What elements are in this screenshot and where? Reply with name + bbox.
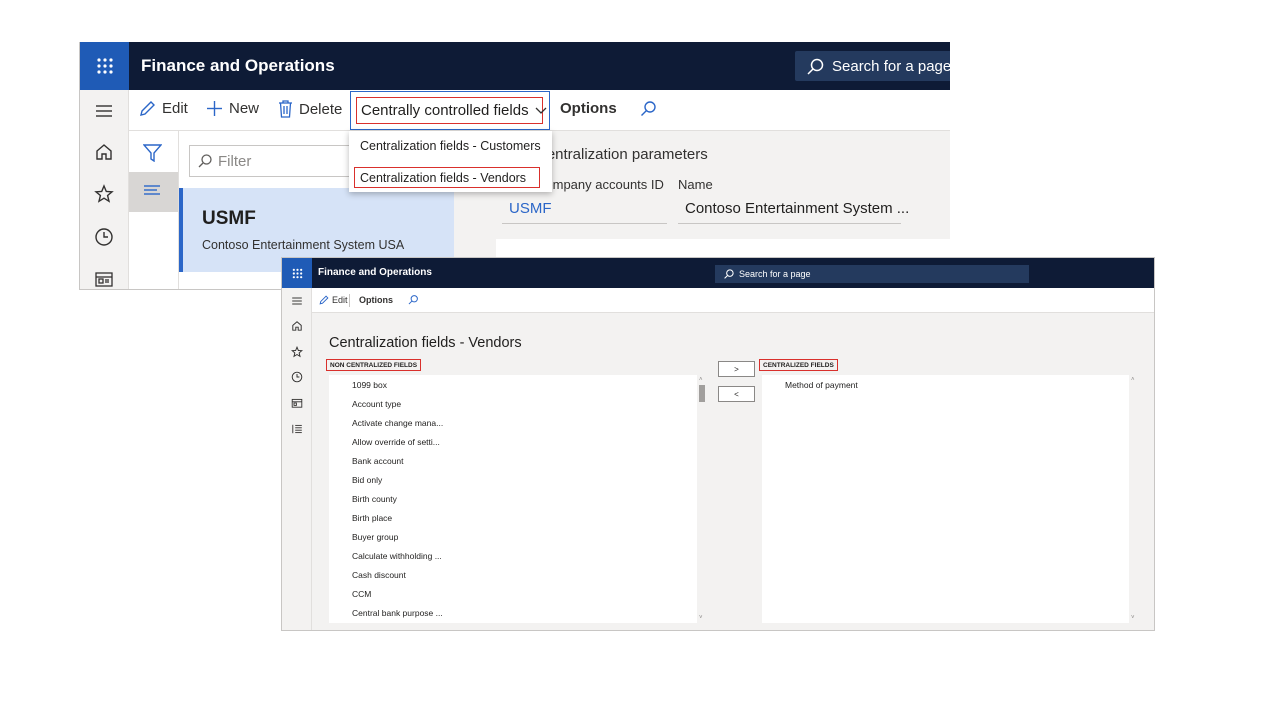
nav-rail [282, 288, 312, 631]
search-box[interactable]: Search for a page [715, 265, 1029, 283]
top-bar: Finance and Operations Search for a page [282, 258, 1155, 288]
list-item[interactable]: Account type [352, 399, 401, 409]
detail-title: Centralization parameters [536, 146, 708, 163]
hamburger-icon[interactable] [94, 101, 114, 121]
search-icon [198, 154, 212, 168]
app-launcher-icon[interactable] [80, 42, 129, 90]
clock-icon[interactable] [291, 371, 303, 383]
non-centralized-header: NON CENTRALIZED FIELDS [326, 359, 421, 371]
star-icon[interactable] [94, 184, 114, 204]
menu-item-customers[interactable]: Centralization fields - Customers [360, 139, 541, 153]
toolbar-divider [349, 294, 350, 307]
list-item[interactable]: Central bank purpose ... [352, 608, 443, 618]
list-item[interactable]: CCM [352, 589, 371, 599]
menu-item-vendors[interactable]: Centralization fields - Vendors [354, 167, 540, 188]
modules-list-icon[interactable] [291, 423, 303, 435]
delete-button[interactable]: Delete [278, 100, 342, 118]
list-item[interactable]: Buyer group [352, 532, 398, 542]
search-action-icon[interactable] [408, 295, 418, 305]
search-icon [807, 58, 824, 75]
top-bar: Finance and Operations Search for a page [80, 42, 950, 90]
centrally-controlled-fields-dropdown[interactable]: Centrally controlled fields [350, 91, 550, 130]
star-icon[interactable] [291, 346, 303, 358]
nav-rail [80, 90, 129, 290]
list-item[interactable]: Allow override of setti... [352, 437, 440, 447]
edit-label: Edit [162, 100, 188, 117]
pencil-icon [319, 295, 329, 305]
move-left-button[interactable]: < [718, 386, 755, 402]
list-item[interactable]: Birth county [352, 494, 397, 504]
chevron-down-icon[interactable]: ˅ [699, 615, 703, 621]
list-view-toggle[interactable] [129, 172, 178, 212]
action-bar: Edit Options [312, 288, 1155, 313]
workspace-icon[interactable] [291, 397, 303, 409]
filter-icon[interactable] [143, 144, 162, 162]
list-icon [143, 184, 161, 198]
options-button[interactable]: Options [560, 100, 617, 117]
hamburger-icon[interactable] [291, 295, 303, 307]
trash-icon [278, 100, 293, 118]
chevron-up-icon[interactable]: ˄ [1131, 377, 1135, 383]
filter-placeholder: Filter [218, 153, 251, 170]
chevron-up-icon[interactable]: ˄ [699, 377, 703, 383]
page-title: Centralization fields - Vendors [329, 335, 522, 351]
front-window: Finance and Operations Search for a page [281, 257, 1155, 631]
home-icon[interactable] [94, 142, 114, 162]
filter-input[interactable]: Filter [189, 145, 359, 177]
clock-icon[interactable] [94, 227, 114, 247]
dropdown-highlight: Centrally controlled fields [356, 97, 543, 124]
list-item[interactable]: Birth place [352, 513, 392, 523]
app-title: Finance and Operations [318, 267, 432, 278]
move-right-button[interactable]: > [718, 361, 755, 377]
edit-button[interactable]: Edit [319, 295, 348, 305]
action-bar: Edit New Delete Centrally controlled fie… [129, 90, 950, 131]
edit-label: Edit [332, 295, 348, 305]
chevron-down-icon[interactable]: ˅ [1131, 615, 1135, 621]
name-label: Name [678, 177, 713, 192]
workspace-icon[interactable] [94, 269, 114, 289]
search-placeholder: Search for a page [739, 269, 811, 279]
list-item[interactable]: Activate change mana... [352, 418, 443, 428]
new-button[interactable]: New [206, 100, 259, 117]
app-title: Finance and Operations [141, 56, 335, 76]
delete-label: Delete [299, 101, 342, 118]
search-action-icon[interactable] [640, 101, 656, 117]
non-centralized-scrollbar[interactable]: ˄ ˅ [697, 375, 707, 623]
options-label: Options [560, 100, 617, 117]
centralized-list[interactable]: Method of payment ˄ ˅ [762, 375, 1139, 623]
new-label: New [229, 100, 259, 117]
dropdown-menu: Centralization fields - Customers Centra… [349, 131, 552, 192]
company-id-label: Company accounts ID [536, 177, 664, 192]
list-item[interactable]: Calculate withholding ... [352, 551, 442, 561]
search-icon [724, 269, 734, 279]
pencil-icon [139, 100, 156, 117]
list-item[interactable]: Bid only [352, 475, 382, 485]
edit-button[interactable]: Edit [139, 100, 188, 117]
centralized-header: CENTRALIZED FIELDS [759, 359, 838, 371]
options-label: Options [359, 295, 393, 305]
chevron-down-icon [535, 107, 547, 115]
list-item-name: Contoso Entertainment System USA [202, 238, 404, 252]
company-id-value[interactable]: USMF [502, 194, 667, 224]
non-centralized-list[interactable]: 1099 box Account type Activate change ma… [329, 375, 707, 623]
plus-icon [206, 100, 223, 117]
home-icon[interactable] [291, 320, 303, 332]
list-item[interactable]: Method of payment [785, 380, 858, 390]
search-box[interactable]: Search for a page [795, 51, 950, 81]
scroll-thumb[interactable] [699, 385, 705, 402]
search-placeholder: Search for a page [832, 58, 950, 75]
dropdown-label: Centrally controlled fields [361, 102, 529, 119]
name-value[interactable]: Contoso Entertainment System ... [678, 194, 901, 224]
list-item[interactable]: 1099 box [352, 380, 387, 390]
list-item[interactable]: Cash discount [352, 570, 406, 580]
app-launcher-icon[interactable] [282, 258, 312, 288]
list-item-id: USMF [202, 208, 256, 230]
list-item[interactable]: Bank account [352, 456, 404, 466]
options-button[interactable]: Options [359, 295, 393, 305]
centralized-scrollbar[interactable]: ˄ ˅ [1129, 375, 1139, 623]
